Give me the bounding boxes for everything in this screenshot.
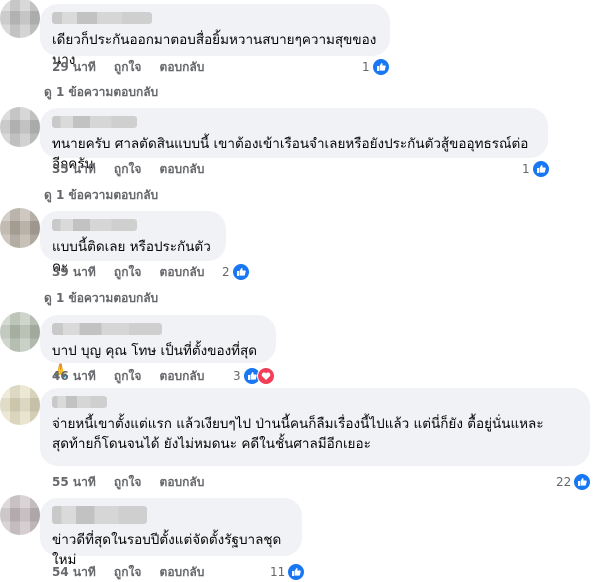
reply-link[interactable]: ตอบกลับ (160, 60, 205, 74)
reaction-summary[interactable]: 1 (522, 160, 550, 178)
comment-actions: 29 นาที ถูกใจ ตอบกลับ (52, 58, 218, 77)
reaction-summary[interactable]: 2 (222, 263, 250, 281)
reaction-count: 1 (362, 60, 370, 74)
reply-link[interactable]: ตอบกลับ (160, 265, 205, 279)
comment-bubble: ข่าวดีที่สุดในรอบปีตั้งแต่จัดตั้งรัฐบาลช… (40, 498, 302, 568)
like-link[interactable]: ถูกใจ (114, 369, 141, 383)
reaction-summary[interactable]: 22 (556, 473, 592, 491)
comment-time[interactable]: 29 นาที (52, 60, 96, 74)
comment-actions: 55 นาที ถูกใจ ตอบกลับ (52, 473, 218, 492)
comment-bubble: เดียวก็ประกันออกมาตอบสื่อยิ้มหวานสบายๆคว… (40, 4, 390, 68)
comment-actions: 54 นาที ถูกใจ ตอบกลับ (52, 563, 218, 582)
like-link[interactable]: ถูกใจ (114, 265, 141, 279)
commenter-name[interactable] (52, 506, 147, 524)
comment-time[interactable]: 39 นาที (52, 265, 96, 279)
like-icon (573, 473, 592, 491)
comment-bubble: แบบนี้ติดเลย หรือประกันตัวคะ (40, 211, 226, 275)
avatar[interactable] (0, 495, 40, 535)
commenter-name[interactable] (52, 323, 162, 335)
reaction-count: 22 (556, 475, 572, 489)
reaction-summary[interactable]: 11 (270, 563, 306, 581)
comment-bubble: จ่ายหนี้เขาตั้งแต่แรก แล้วเงียบๆไป ป่านน… (40, 388, 590, 466)
avatar[interactable] (0, 0, 40, 38)
like-link[interactable]: ถูกใจ (114, 475, 141, 489)
like-icon (287, 563, 306, 581)
commenter-name[interactable] (52, 396, 107, 408)
commenter-name[interactable] (52, 12, 152, 24)
like-icon (531, 160, 550, 178)
reply-link[interactable]: ตอบกลับ (160, 475, 205, 489)
commenter-name[interactable] (52, 116, 137, 128)
comment-text: จ่ายหนี้เขาตั้งแต่แรก แล้วเงียบๆไป ป่านน… (52, 416, 548, 452)
comment-actions: 46 นาที ถูกใจ ตอบกลับ (52, 367, 218, 386)
love-icon (256, 367, 275, 385)
comment-time[interactable]: 35 นาที (52, 162, 96, 176)
reaction-count: 11 (270, 565, 286, 579)
like-link[interactable]: ถูกใจ (114, 60, 141, 74)
view-replies-link[interactable]: ดู 1 ข้อความตอบกลับ (44, 289, 158, 308)
like-link[interactable]: ถูกใจ (114, 565, 141, 579)
reaction-summary[interactable]: 3 (233, 367, 275, 385)
view-replies-link[interactable]: ดู 1 ข้อความตอบกลับ (44, 186, 158, 205)
reply-link[interactable]: ตอบกลับ (160, 565, 205, 579)
avatar[interactable] (0, 312, 40, 352)
comment-time[interactable]: 46 นาที (52, 369, 96, 383)
avatar[interactable] (0, 385, 40, 425)
view-replies-link[interactable]: ดู 1 ข้อความตอบกลับ (44, 83, 158, 102)
reaction-count: 3 (233, 369, 241, 383)
comment-time[interactable]: 54 นาที (52, 565, 96, 579)
avatar[interactable] (0, 208, 40, 248)
like-icon (371, 58, 390, 76)
reaction-summary[interactable]: 1 (362, 58, 390, 76)
comment-bubble: ทนายครับ ศาลตัดสินแบบนี้ เขาต้องเข้าเรือ… (40, 108, 548, 172)
comment-time[interactable]: 55 นาที (52, 475, 96, 489)
like-link[interactable]: ถูกใจ (114, 162, 141, 176)
comment-bubble: บาป บุญ คุณ โทษ เป็นที่ตั้งของที่สุด🙏 (40, 315, 276, 379)
reply-link[interactable]: ตอบกลับ (160, 162, 205, 176)
avatar[interactable] (0, 107, 40, 147)
commenter-name[interactable] (52, 219, 137, 231)
reply-link[interactable]: ตอบกลับ (160, 369, 205, 383)
reaction-count: 1 (522, 162, 530, 176)
comment-actions: 39 นาที ถูกใจ ตอบกลับ (52, 263, 218, 282)
reaction-count: 2 (222, 265, 230, 279)
like-icon (231, 263, 250, 281)
comment-actions: 35 นาที ถูกใจ ตอบกลับ (52, 160, 218, 179)
